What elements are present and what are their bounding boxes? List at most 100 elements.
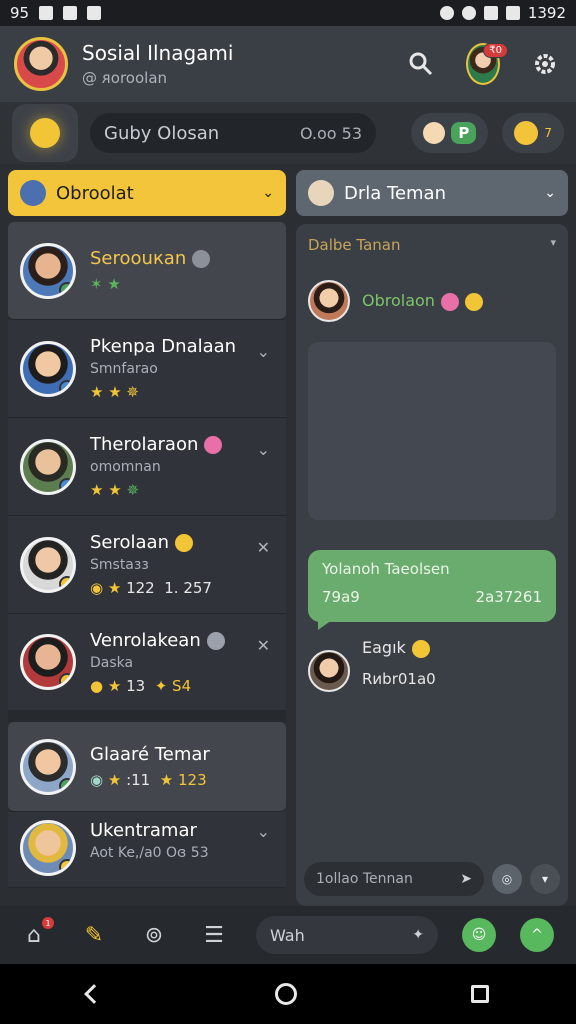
friends-chip[interactable]: P (411, 113, 489, 153)
avatar (20, 820, 76, 876)
bubble-text: Yolanoh Taeolsen (322, 560, 450, 578)
friends-chip-label: P (451, 122, 477, 144)
chat-row[interactable]: Seroouкan ✶ ★ (8, 222, 286, 320)
settings-button[interactable] (528, 47, 562, 81)
friends-section-header[interactable]: Drla Teman ⌄ (296, 170, 568, 216)
online-status-dot (59, 575, 73, 590)
record-button[interactable]: ◎ (492, 864, 522, 894)
chat-list-column: Obroolat ⌄ Seroouкan ✶ ★ Pkenpa Dnalaan … (8, 170, 286, 906)
avatar (20, 536, 76, 593)
location-icon: ⊚ (144, 922, 164, 948)
chat-row[interactable]: Serolaan Smstaзз ◉ ★ 122 1. 257 ✕ (8, 516, 286, 614)
alerts-badge: 7 (544, 126, 552, 140)
chevron-down-icon[interactable]: ⌄ (257, 822, 270, 841)
gallery-icon (63, 6, 78, 20)
nav-notes[interactable]: ☰ (196, 917, 232, 953)
back-icon[interactable] (84, 984, 104, 1004)
chat-panel: Dalbe Tanan ▾ Obrolaon Yolanoh Taeolsen … (296, 224, 568, 906)
chat-row[interactable]: Therolaraon omomnan ★ ★ ✵ ⌄ (8, 418, 286, 516)
heart-emoji-icon (440, 292, 459, 311)
smile-emoji-icon (464, 292, 483, 311)
notifications-button[interactable]: ₹0 (466, 43, 508, 85)
quick-message-input[interactable]: Wah ✦ (256, 916, 438, 954)
wifi-icon (461, 6, 476, 20)
chat-stats: ◉ ★ :11 ★ 123 (90, 771, 207, 789)
close-icon[interactable]: ✕ (257, 538, 270, 557)
emoji-icon (206, 631, 225, 650)
home-icon (30, 118, 60, 148)
profile-avatar[interactable] (14, 37, 68, 91)
chat-reactions: ✶ ★ (90, 275, 121, 293)
send-button[interactable]: ^ (520, 918, 554, 952)
chat-row[interactable]: Pkenpa Dnalaan Smnfarao ★ ★ ✵ ⌄ (8, 320, 286, 418)
bubble-tail (318, 620, 332, 630)
avatar (20, 242, 76, 299)
avatar (308, 650, 350, 692)
chat-stars: ★ ★ ✵ (90, 481, 140, 499)
chat-name: Venrolakean (90, 630, 274, 651)
chat-row[interactable]: Venrolakean Daska ● ★ 13 ✦ S4 ✕ (8, 614, 286, 722)
close-icon[interactable]: ✕ (257, 636, 270, 655)
battery-icon (505, 6, 520, 20)
nav-explore[interactable]: ⊚ (136, 917, 172, 953)
gear-icon (535, 54, 555, 74)
home-circle-icon[interactable] (275, 983, 297, 1005)
friend-avatar-icon (308, 180, 334, 206)
home-shortcut[interactable] (12, 104, 78, 162)
chat-stats: ◉ ★ 122 1. 257 (90, 579, 212, 597)
chat-name: Therolaraon (90, 434, 274, 455)
nav-home[interactable]: ⌂ 1 (16, 917, 54, 953)
avatar (20, 340, 76, 397)
chat-list: Seroouкan ✶ ★ Pkenpa Dnalaan Smnfarao ★ … (8, 222, 286, 888)
location-icon (439, 6, 454, 20)
system-navigation (0, 964, 576, 1024)
online-status-dot (59, 477, 73, 492)
message-text: Rиbr01a0 (362, 669, 436, 688)
mic-icon[interactable]: ✦ (412, 927, 424, 943)
send-icon[interactable]: ➤ (460, 871, 472, 887)
chat-row[interactable]: Glaaré Temar ◉ ★ :11 ★ 123 (8, 722, 286, 812)
expand-button[interactable]: ▾ (530, 864, 560, 894)
message-bubble[interactable]: Yolanoh Taeolsen 79a9 2a37261 (308, 550, 556, 630)
online-status-dot (59, 859, 73, 873)
message-header: Obrolaon (308, 280, 556, 322)
status-time-left: 95 (10, 4, 30, 22)
friend-chat-column: Drla Teman ⌄ Dalbe Tanan ▾ Obrolaon Yola… (296, 170, 568, 906)
dropdown-icon[interactable]: ▾ (550, 236, 556, 254)
notification-icon (39, 6, 54, 20)
app-subtitle: @ ᴙoroolan (82, 69, 168, 87)
bubble-meta-left: 79a9 (322, 588, 360, 606)
message-input[interactable]: 1ollao Tennan ➤ (304, 862, 484, 896)
chat-preview: Daska (90, 654, 134, 671)
chevron-down-icon[interactable]: ⌄ (257, 342, 270, 361)
notification-badge: ₹0 (483, 43, 508, 58)
search-input[interactable]: Guby Olosan O.oo 53 (90, 113, 376, 153)
chat-name: Ukentramar (90, 820, 197, 841)
chat-row[interactable]: Ukentramar Aot Ke,/a0 Oɞ 53 ⌄ (8, 812, 286, 888)
search-button[interactable] (404, 47, 438, 81)
nav-chat[interactable]: ✎ (76, 917, 112, 953)
search-count: O.oo 53 (299, 123, 362, 143)
chats-section-label: Obroolat (56, 182, 134, 204)
chat-bubble-icon (20, 180, 46, 206)
chevron-down-icon[interactable]: ⌄ (257, 440, 270, 459)
smile-emoji-icon (411, 639, 430, 658)
online-status-dot (59, 777, 73, 792)
online-status-dot (59, 281, 73, 296)
app-title: Sosial Ilnagami (82, 41, 234, 65)
message-sender: Obrolaon (362, 291, 483, 311)
recent-apps-icon[interactable] (471, 985, 489, 1003)
face-icon (423, 122, 446, 144)
chevron-down-icon: ⌄ (544, 185, 556, 201)
app-header: Sosial Ilnagami @ ᴙoroolan ₹0 (0, 26, 576, 102)
home-icon: ⌂ (27, 922, 41, 948)
bottom-navigation: ⌂ 1 ✎ ⊚ ☰ Wah ✦ ☺ ^ (0, 906, 576, 964)
chat-preview: Smnfarao (90, 361, 158, 377)
chats-section-header[interactable]: Obroolat ⌄ (8, 170, 286, 216)
status-time-right: 1392 (527, 4, 566, 22)
emoji-button[interactable]: ☺ (462, 918, 496, 952)
chat-name: Pkenpa Dnalaan (90, 336, 237, 357)
chat-name: Seroouкan (90, 248, 274, 269)
bell-icon (514, 121, 539, 145)
alerts-chip[interactable]: 7 (502, 113, 564, 153)
